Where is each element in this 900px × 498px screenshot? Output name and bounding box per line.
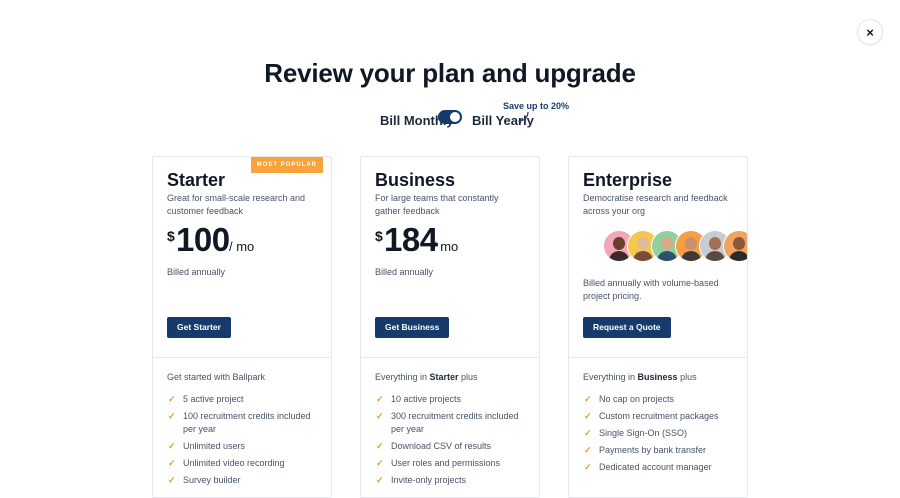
features-heading-suffix: plus (458, 372, 478, 382)
feature-item: ✓ Custom recruitment packages (583, 410, 741, 423)
features-heading-plan: Starter (429, 372, 459, 382)
price-amount: 100 (176, 221, 230, 258)
plan-description: Democratise research and feedback across… (583, 193, 728, 216)
plan-card-enterprise: Enterprise Democratise research and feed… (568, 156, 748, 498)
feature-text: User roles and permissions (391, 458, 501, 468)
get-business-button[interactable]: Get Business (375, 317, 450, 338)
request-quote-button[interactable]: Request a Quote (583, 317, 671, 338)
feature-text: Download CSV of results (391, 441, 492, 451)
features-heading: Get started with Ballpark (167, 372, 266, 382)
curved-arrow-icon (518, 111, 529, 123)
check-icon: ✓ (168, 411, 176, 421)
check-icon: ✓ (376, 441, 384, 451)
billing-note: Billed annually (375, 267, 434, 277)
feature-text: 100 recruitment credits included per yea… (183, 411, 311, 434)
check-icon: ✓ (584, 462, 592, 472)
billing-note: Billed annually (167, 267, 226, 277)
feature-text: 5 active project (183, 394, 244, 404)
check-icon: ✓ (376, 394, 384, 404)
feature-item: ✓ Payments by bank transfer (583, 444, 741, 457)
page-title: Review your plan and upgrade (264, 58, 636, 88)
billing-toggle-row: Bill Monthly Bill Yearly Save up to 20% (0, 100, 900, 140)
price-period: / mo (229, 239, 255, 254)
feature-item: ✓ Unlimited video recording (167, 457, 325, 470)
plan-name: Starter (167, 170, 226, 190)
plan-description: For large teams that constantly gather f… (375, 193, 499, 216)
currency-symbol: $ (375, 228, 383, 244)
billing-note: Billed annually with volume-based projec… (583, 278, 719, 301)
feature-text: 300 recruitment credits included per yea… (391, 411, 519, 434)
feature-item: ✓ Dedicated account manager (583, 461, 741, 474)
feature-text: Unlimited video recording (183, 458, 285, 468)
feature-item: ✓ User roles and permissions (375, 457, 533, 470)
divider (569, 357, 747, 358)
avatar (723, 230, 747, 262)
feature-item: ✓ Survey builder (167, 474, 325, 487)
feature-item: ✓ No cap on projects (583, 393, 741, 406)
feature-item: ✓ 5 active project (167, 393, 325, 406)
check-icon: ✓ (168, 475, 176, 485)
most-popular-badge: MOST POPULAR (250, 157, 323, 173)
plan-description: Great for small-scale research and custo… (167, 193, 306, 216)
price-amount: 184 (384, 221, 438, 258)
feature-item: ✓ Invite-only projects (375, 474, 533, 487)
features-heading: Everything in Starter plus (375, 372, 478, 382)
plan-card-starter: MOST POPULAR Starter Great for small-sca… (152, 156, 332, 498)
check-icon: ✓ (376, 475, 384, 485)
feature-text: Payments by bank transfer (599, 445, 707, 455)
check-icon: ✓ (584, 428, 592, 438)
check-icon: ✓ (168, 441, 176, 451)
feature-item: ✓ 10 active projects (375, 393, 533, 406)
feature-text: No cap on projects (599, 394, 675, 404)
divider (361, 357, 539, 358)
feature-item: ✓ Unlimited users (167, 440, 325, 453)
features-heading-suffix: plus (677, 372, 697, 382)
plan-name: Business (375, 170, 456, 190)
check-icon: ✓ (376, 458, 384, 468)
check-icon: ✓ (584, 411, 592, 421)
currency-symbol: $ (167, 228, 175, 244)
price-period: / mo (433, 239, 459, 254)
feature-text: Custom recruitment packages (599, 411, 719, 421)
feature-text: Dedicated account manager (599, 462, 712, 472)
features-heading: Everything in Business plus (583, 372, 697, 382)
billing-toggle-switch[interactable] (438, 110, 462, 124)
plan-name: Enterprise (583, 170, 673, 190)
feature-item: ✓ Single Sign-On (SSO) (583, 427, 741, 440)
check-icon: ✓ (376, 411, 384, 421)
get-starter-button[interactable]: Get Starter (167, 317, 231, 338)
feature-list: ✓ 5 active project ✓ 100 recruitment credi… (167, 393, 325, 491)
feature-text: Unlimited users (183, 441, 246, 451)
divider (153, 357, 331, 358)
close-button[interactable]: × (857, 19, 883, 45)
toggle-knob (450, 112, 460, 122)
check-icon: ✓ (168, 458, 176, 468)
plan-card-business: Business For large teams that constantly… (360, 156, 540, 498)
check-icon: ✓ (168, 394, 176, 404)
feature-list: ✓ No cap on projects ✓ Custom recruitment … (583, 393, 741, 478)
avatar-group (603, 230, 747, 262)
feature-list: ✓ 10 active projects ✓ 300 recruitment cre… (375, 393, 533, 491)
feature-text: Single Sign-On (SSO) (599, 428, 688, 438)
feature-item: ✓ 300 recruitment credits included per ye… (375, 410, 533, 436)
feature-text: 10 active projects (391, 394, 462, 404)
check-icon: ✓ (584, 445, 592, 455)
feature-item: ✓ 100 recruitment credits included per ye… (167, 410, 325, 436)
features-heading-prefix: Everything in (375, 372, 430, 382)
features-heading-prefix: Everything in (583, 372, 638, 382)
save-note: Save up to 20% (503, 101, 570, 111)
features-heading-plan: Business (637, 372, 678, 382)
check-icon: ✓ (584, 394, 592, 404)
feature-item: ✓ Download CSV of results (375, 440, 533, 453)
close-icon: × (866, 24, 874, 40)
